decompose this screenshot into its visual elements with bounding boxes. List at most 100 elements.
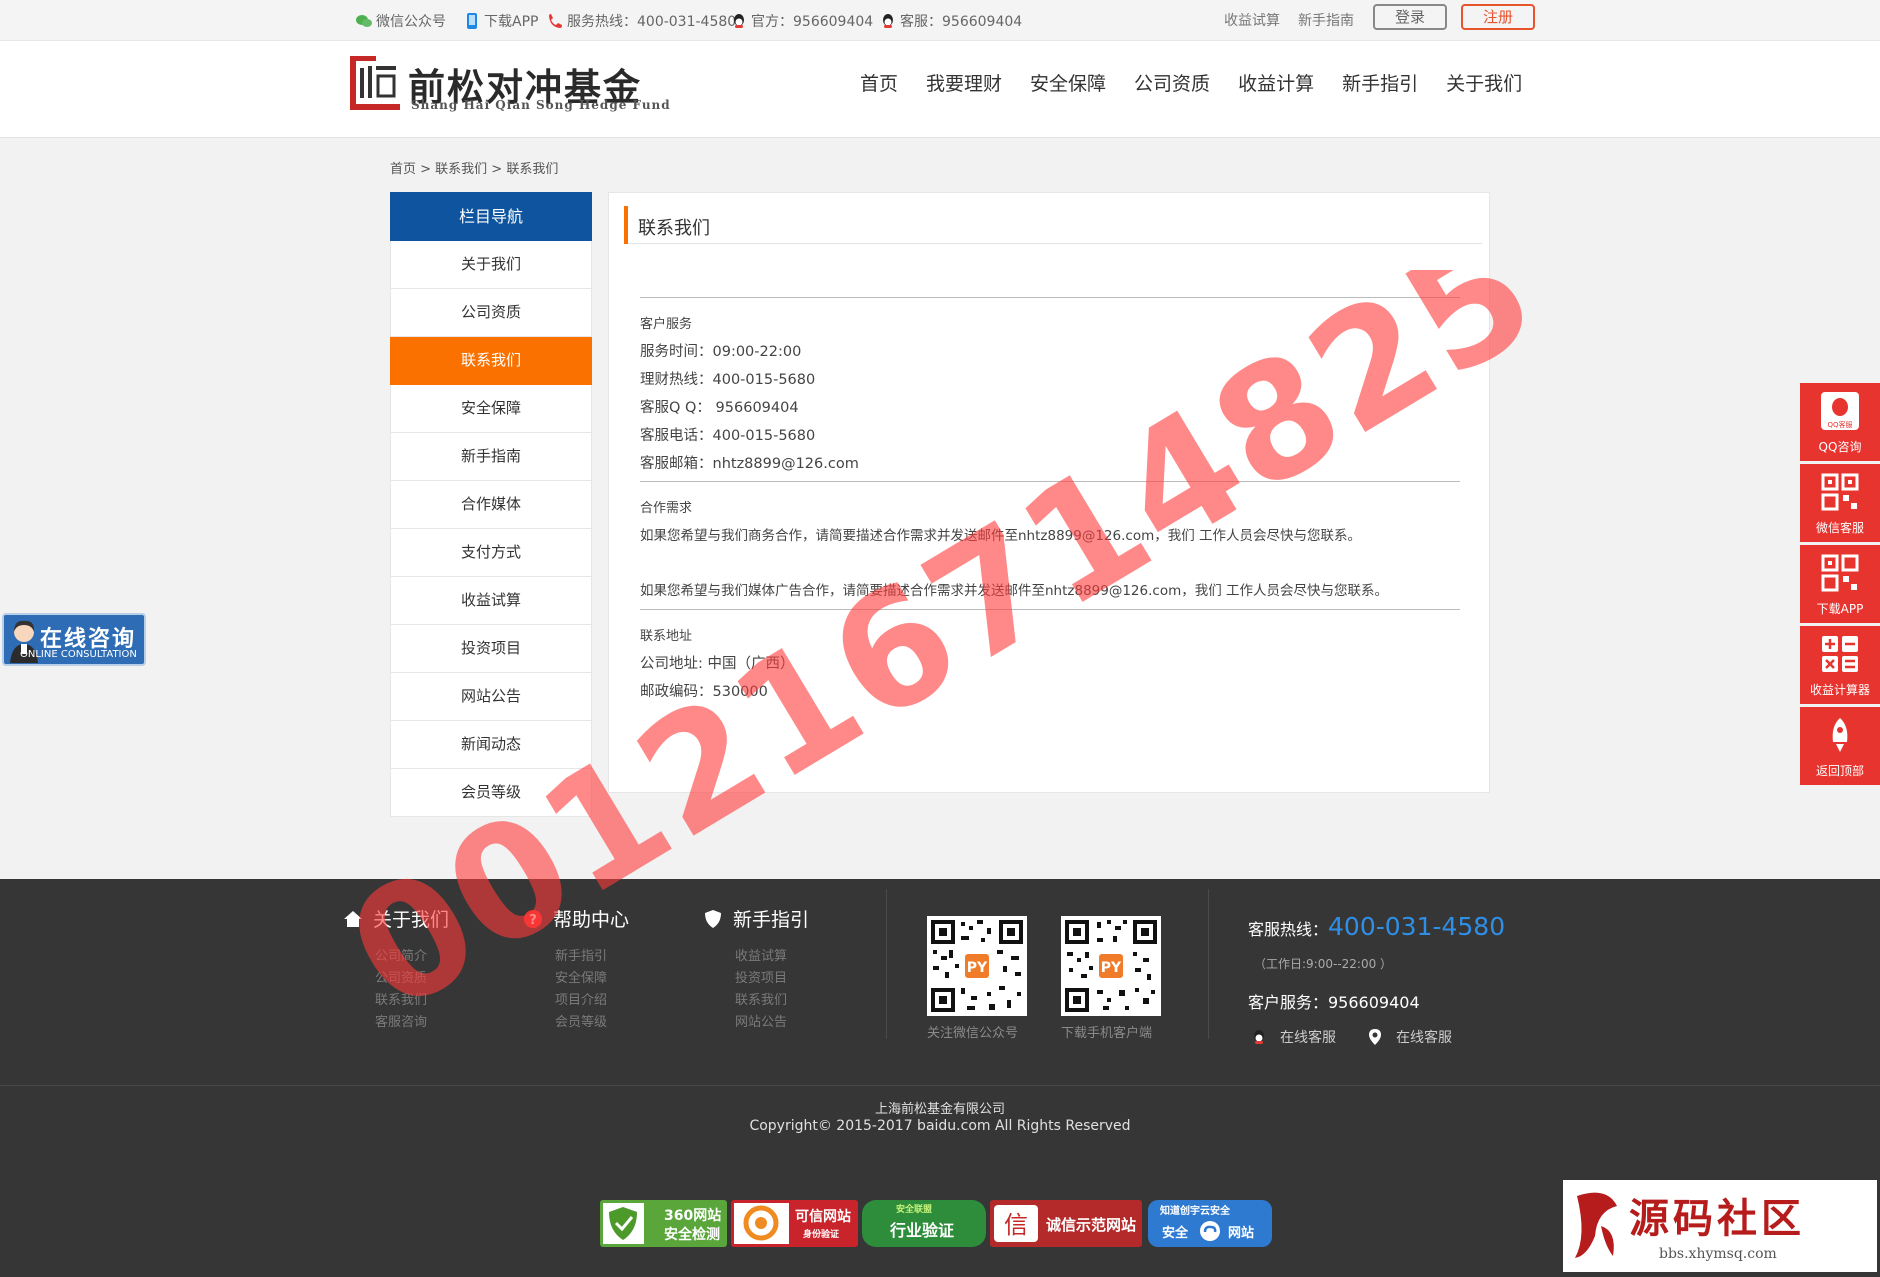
footer-link[interactable]: 公司简介 — [375, 945, 427, 964]
badge-integrity[interactable]: 信 诚信示范网站 — [990, 1200, 1142, 1247]
media-coop-text: 如果您希望与我们媒体广告合作，请简要描述合作需求并发送邮件至nhtz8899@1… — [640, 583, 1389, 599]
sidebar-item-security[interactable]: 安全保障 — [390, 385, 592, 433]
nav-calc[interactable]: 收益计算 — [1238, 69, 1314, 96]
right-float-app[interactable]: 下载APP — [1800, 545, 1880, 623]
content-title: 联系我们 — [638, 218, 710, 239]
business-coop-text: 如果您希望与我们商务合作，请简要描述合作需求并发送邮件至nhtz8899@126… — [640, 528, 1362, 544]
footer-link[interactable]: 安全保障 — [555, 967, 607, 986]
wechat-qr-code: PY — [927, 916, 1027, 1016]
sidebar-item-guide[interactable]: 新手指南 — [390, 433, 592, 481]
copyright: Copyright© 2015-2017 baidu.com All Right… — [749, 1118, 1131, 1134]
badge-trusted[interactable]: 可信网站 身份验证 — [731, 1200, 858, 1247]
right-float-label: 返回顶部 — [1815, 764, 1864, 778]
badge-text: 360网站 — [664, 1208, 722, 1224]
nav-qualification[interactable]: 公司资质 — [1134, 69, 1210, 96]
badge-text: 行业验证 — [890, 1221, 955, 1240]
online-service-link-1[interactable]: 在线客服 — [1250, 1027, 1336, 1047]
online-consult-button[interactable]: 在线咨询 ONLINE CONSULTATION — [2, 613, 146, 666]
section-head-service: 客户服务 — [640, 317, 693, 332]
wechat-link[interactable]: 微信公众号 — [355, 11, 446, 31]
nav-guide[interactable]: 新手指引 — [1342, 69, 1418, 96]
footer-divider — [1208, 889, 1209, 1039]
nav-security[interactable]: 安全保障 — [1030, 69, 1106, 96]
svg-text:?: ? — [529, 913, 537, 928]
official-qq[interactable]: 官方：956609404 — [730, 11, 873, 31]
sidebar-item-media[interactable]: 合作媒体 — [390, 481, 592, 529]
sidebar-item-contact[interactable]: 联系我们 — [390, 337, 592, 385]
divider — [640, 609, 1460, 610]
sidebar-item-qualification[interactable]: 公司资质 — [390, 289, 592, 337]
login-button[interactable]: 登录 — [1373, 4, 1447, 30]
header: 前松对冲基金 Shang Hai Qian Song Hedge Fund 首页… — [0, 41, 1880, 138]
top-bar: 微信公众号 下载APP 服务热线：400-031-4580 官方：9566094… — [0, 0, 1880, 41]
footer-col-about[interactable]: 关于我们 — [343, 905, 449, 932]
section-head-address: 联系地址 — [640, 629, 693, 644]
app-link[interactable]: 下载APP — [463, 11, 538, 31]
svg-text:PY: PY — [967, 960, 988, 976]
company-address: 公司地址: 中国（广西） — [640, 656, 795, 672]
source-site-name: 源码社区 — [1629, 1196, 1805, 1242]
sidebar-item-level[interactable]: 会员等级 — [390, 769, 592, 817]
badge-360[interactable]: 360网站 安全检测 — [600, 1200, 727, 1247]
register-button[interactable]: 注册 — [1461, 4, 1535, 30]
trusted-site-icon — [734, 1203, 789, 1244]
calculator-icon — [1822, 636, 1858, 672]
nav-invest[interactable]: 我要理财 — [926, 69, 1002, 96]
cloud-shield-icon — [1200, 1221, 1220, 1241]
footer-col-help[interactable]: ? 帮助中心 — [523, 905, 629, 932]
footer-link[interactable]: 联系我们 — [375, 989, 427, 1008]
nav-home[interactable]: 首页 — [860, 69, 898, 96]
footer-link[interactable]: 收益试算 — [735, 945, 787, 964]
service-hours: 服务时间：09:00-22:00 — [640, 344, 802, 360]
divider — [640, 297, 1460, 298]
svg-text:PY: PY — [1101, 960, 1122, 976]
logo-subtitle: Shang Hai Qian Song Hedge Fund — [411, 98, 671, 112]
footer-link[interactable]: 联系我们 — [735, 989, 787, 1008]
calc-link[interactable]: 收益试算 — [1224, 10, 1280, 30]
qr-code-icon — [1821, 554, 1859, 592]
badge-industry[interactable]: 安全联盟 行业验证 — [862, 1200, 986, 1247]
online-service-link-2[interactable]: 在线客服 — [1366, 1027, 1452, 1047]
content-title-bar: 联系我们 — [624, 206, 1482, 244]
footer-link[interactable]: 会员等级 — [555, 1011, 607, 1030]
service-qq[interactable]: 客服：956609404 — [879, 11, 1022, 31]
sidebar-item-calc[interactable]: 收益试算 — [390, 577, 592, 625]
sidebar-item-about[interactable]: 关于我们 — [390, 241, 592, 289]
wechat-label: 微信公众号 — [376, 14, 446, 30]
right-float-top[interactable]: 返回顶部 — [1800, 707, 1880, 785]
nav-about[interactable]: 关于我们 — [1446, 69, 1522, 96]
footer-col-title: 关于我们 — [373, 909, 450, 931]
help-icon: ? — [524, 909, 542, 928]
right-float-label: 收益计算器 — [1809, 683, 1870, 697]
sidebar-item-news[interactable]: 新闻动态 — [390, 721, 592, 769]
qq-service-icon: QQ客服 — [1821, 392, 1859, 430]
right-float-calculator[interactable]: 收益计算器 — [1800, 626, 1880, 704]
breadcrumb[interactable]: 首页 > 联系我们 > 联系我们 — [390, 158, 558, 177]
guide-link[interactable]: 新手指南 — [1298, 10, 1354, 30]
footer-col-title: 帮助中心 — [553, 909, 630, 931]
right-float-qq[interactable]: QQ客服 QQ咨询 — [1800, 383, 1880, 461]
footer-link[interactable]: 新手指引 — [555, 945, 607, 964]
company-name: 上海前松基金有限公司 — [874, 1102, 1005, 1117]
shield-icon — [705, 909, 721, 928]
logo-mark-icon[interactable] — [350, 56, 400, 110]
sidebar-item-payment[interactable]: 支付方式 — [390, 529, 592, 577]
footer-link[interactable]: 公司资质 — [375, 967, 427, 986]
footer-link[interactable]: 项目介绍 — [555, 989, 607, 1008]
sidebar-item-projects[interactable]: 投资项目 — [390, 625, 592, 673]
sidebar-item-notice[interactable]: 网站公告 — [390, 673, 592, 721]
footer-link[interactable]: 网站公告 — [735, 1011, 787, 1030]
online-service-label: 在线客服 — [1280, 1030, 1336, 1046]
app-label: 下载APP — [484, 14, 539, 30]
location-pin-icon — [1369, 1029, 1381, 1045]
badge-text: 安全联盟 — [896, 1205, 933, 1215]
badge-text: 安全检测 — [664, 1227, 720, 1243]
badge-knownsec[interactable]: 知道创宇云安全 安全 网站 — [1148, 1200, 1272, 1247]
footer-link[interactable]: 客服咨询 — [375, 1011, 427, 1030]
footer-col-guide[interactable]: 新手指引 — [703, 905, 809, 932]
qr-caption: 关注微信公众号 — [927, 1026, 1019, 1041]
divider — [640, 481, 1460, 482]
footer-link[interactable]: 投资项目 — [735, 967, 787, 986]
service-hours: （工作日:9:00--22:00 ） — [1254, 957, 1393, 971]
right-float-wechat[interactable]: 微信客服 — [1800, 464, 1880, 542]
